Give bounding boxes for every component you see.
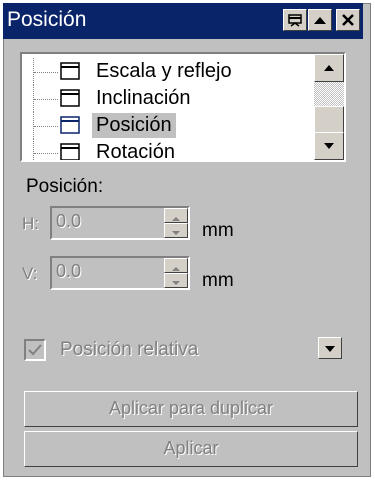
tree-item-rotacion[interactable]: Rotación bbox=[22, 139, 314, 162]
h-spin-up[interactable] bbox=[164, 208, 188, 223]
h-label: H: bbox=[22, 214, 39, 233]
close-button[interactable] bbox=[336, 9, 360, 31]
tree-item-label: Rotación bbox=[96, 141, 175, 162]
relative-position-checkbox[interactable] bbox=[24, 339, 46, 361]
collapse-button[interactable] bbox=[308, 9, 332, 31]
rollup-button[interactable] bbox=[283, 9, 307, 31]
window-icon bbox=[60, 116, 80, 134]
triangle-down-icon bbox=[324, 143, 334, 149]
tree-item-posicion[interactable]: Posición bbox=[22, 112, 314, 139]
tree-item-label: Escala y reflejo bbox=[96, 60, 232, 82]
h-value: 0.0 bbox=[56, 211, 82, 231]
tree-item-escala[interactable]: Escala y reflejo bbox=[22, 58, 314, 85]
triangle-down-icon bbox=[172, 231, 180, 235]
window-title: Posición bbox=[7, 8, 87, 31]
tree-item-label: Inclinación bbox=[96, 87, 191, 109]
transform-tree[interactable]: Escala y reflejo Inclinación Posición Ro… bbox=[20, 52, 346, 162]
h-unit: mm bbox=[202, 220, 234, 241]
section-label: Posición: bbox=[26, 176, 104, 197]
scroll-up-button[interactable] bbox=[314, 54, 344, 82]
tree-item-label: Posición bbox=[92, 113, 176, 138]
rollup-icon bbox=[288, 14, 302, 27]
checkmark-icon bbox=[28, 344, 42, 356]
triangle-down-icon bbox=[172, 281, 180, 285]
relative-anchor-dropdown[interactable] bbox=[318, 337, 342, 359]
relative-position-label: Posición relativa bbox=[60, 339, 199, 360]
v-spin-down[interactable] bbox=[164, 273, 188, 288]
apply-to-duplicate-button[interactable]: Aplicar para duplicar bbox=[24, 391, 358, 427]
window-icon bbox=[60, 89, 80, 107]
h-spin-down[interactable] bbox=[164, 223, 188, 238]
v-label: V: bbox=[22, 264, 38, 283]
v-value: 0.0 bbox=[56, 261, 82, 281]
v-spin-up[interactable] bbox=[164, 258, 188, 273]
triangle-up-icon bbox=[314, 17, 326, 24]
title-bar[interactable]: Posición bbox=[3, 3, 363, 39]
scroll-down-button[interactable] bbox=[314, 132, 344, 160]
close-icon bbox=[342, 14, 354, 26]
triangle-down-icon bbox=[325, 346, 335, 352]
tree-item-inclinacion[interactable]: Inclinación bbox=[22, 85, 314, 112]
window-icon bbox=[60, 62, 80, 80]
window-icon bbox=[60, 143, 80, 160]
h-position-field[interactable]: 0.0 bbox=[50, 206, 190, 240]
triangle-up-icon bbox=[324, 65, 334, 71]
v-position-field[interactable]: 0.0 bbox=[50, 256, 190, 290]
tree-scrollbar[interactable] bbox=[314, 54, 344, 160]
apply-button[interactable]: Aplicar bbox=[24, 431, 358, 467]
v-unit: mm bbox=[202, 270, 234, 291]
